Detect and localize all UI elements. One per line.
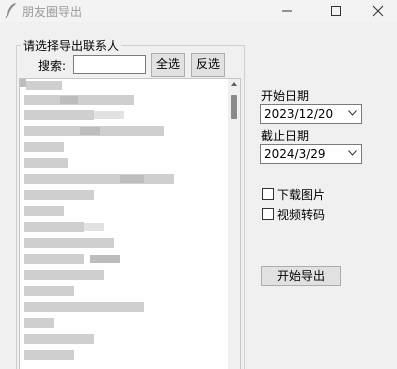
contacts-group-title: 请选择导出联系人 <box>21 37 122 54</box>
download-images-checkbox[interactable] <box>262 188 274 200</box>
search-input[interactable] <box>73 55 146 74</box>
minimize-icon <box>282 10 292 12</box>
close-icon <box>372 5 384 17</box>
video-transcode-label[interactable]: 视频转码 <box>277 206 325 223</box>
chevron-down-icon <box>348 110 357 116</box>
minimize-button[interactable] <box>265 0 309 22</box>
contact-list-scrollbar[interactable] <box>228 79 240 369</box>
chevron-down-icon <box>348 150 357 156</box>
maximize-icon <box>331 6 341 16</box>
close-button[interactable] <box>356 0 397 22</box>
search-label: 搜索: <box>38 59 67 73</box>
maximize-button[interactable] <box>314 0 358 22</box>
start-date-select[interactable]: 2023/12/20 <box>260 104 362 124</box>
invert-selection-button[interactable]: 反选 <box>191 53 225 77</box>
title-bar: 朋友圈导出 <box>0 0 397 22</box>
scroll-up-icon[interactable] <box>231 82 237 86</box>
end-date-select[interactable]: 2024/3/29 <box>260 144 362 164</box>
download-images-label[interactable]: 下载图片 <box>277 186 325 203</box>
select-all-button[interactable]: 全选 <box>151 53 185 77</box>
start-export-button[interactable]: 开始导出 <box>261 266 341 286</box>
end-date-label: 截止日期 <box>261 129 310 143</box>
scroll-thumb[interactable] <box>231 95 237 119</box>
video-transcode-checkbox[interactable] <box>262 208 274 220</box>
feather-icon <box>4 2 18 19</box>
start-date-label: 开始日期 <box>261 89 310 103</box>
start-date-value: 2023/12/20 <box>264 107 334 121</box>
window-title: 朋友圈导出 <box>22 5 83 19</box>
contact-list[interactable] <box>19 78 241 369</box>
end-date-value: 2024/3/29 <box>264 147 326 161</box>
